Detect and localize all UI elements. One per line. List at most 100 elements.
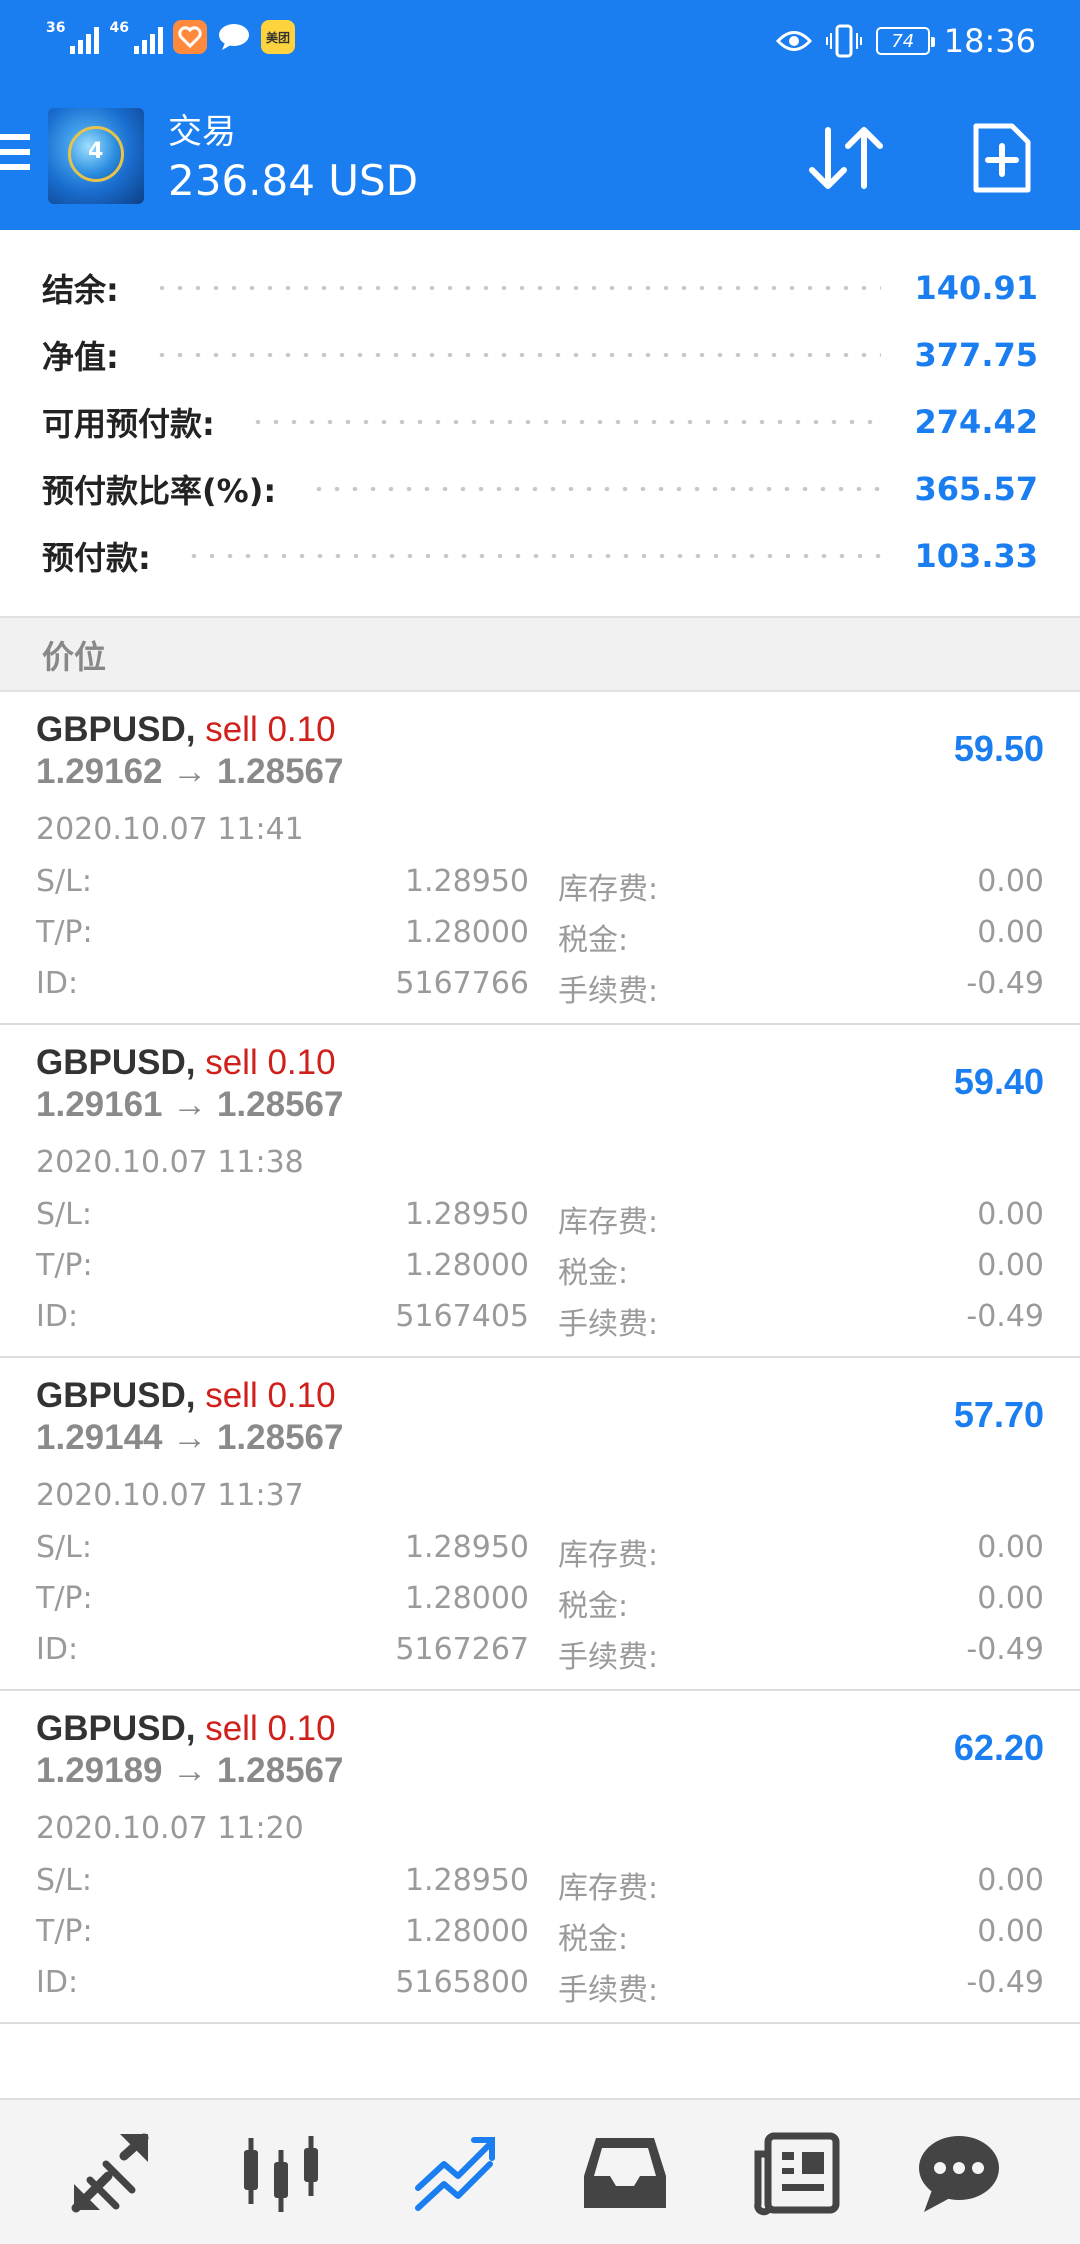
summary-row-balance: 结余: 140.91 (42, 264, 1038, 312)
position-symbol: GBPUSD, (36, 1709, 196, 1748)
tax-value: 0.00 (977, 915, 1044, 950)
dotted-leader (152, 353, 881, 357)
position-time: 2020.10.07 11:37 (36, 1478, 304, 1513)
tax-label: 税金: (558, 1256, 629, 1291)
dotted-leader (310, 487, 881, 491)
position-item[interactable]: GBPUSD, sell 0.10 1.29189 → 1.28567 62.2… (0, 1691, 1080, 2024)
section-title: 价位 (42, 638, 107, 676)
tax-value: 0.00 (977, 1914, 1044, 1949)
position-item[interactable]: GBPUSD, sell 0.10 1.29162 → 1.28567 59.5… (0, 692, 1080, 1025)
position-side: sell 0.10 (205, 1043, 336, 1082)
summary-label: 预付款比率(%): (42, 472, 277, 510)
fee-value: -0.49 (966, 1299, 1044, 1334)
tax-value: 0.00 (977, 1581, 1044, 1616)
position-profit: 57.70 (953, 1394, 1044, 1435)
position-item[interactable]: GBPUSD, sell 0.10 1.29161 → 1.28567 59.4… (0, 1025, 1080, 1358)
tp-value: 1.28000 (404, 915, 529, 950)
position-profit: 59.50 (953, 728, 1044, 769)
meituan-label: 美团 (265, 30, 290, 45)
detail-row: T/P: 1.28000 税金: 0.00 (36, 1248, 1044, 1291)
detail-row: S/L: 1.28950 库存费: 0.00 (36, 1197, 1044, 1240)
sl-value: 1.28950 (404, 864, 529, 899)
news-icon[interactable] (752, 2130, 842, 2216)
status-bar: 36 46 美团 74 18:36 (0, 0, 1080, 86)
id-value: 5167267 (395, 1632, 529, 1667)
dotted-leader (184, 554, 881, 558)
health-app-icon (172, 20, 207, 54)
tp-value: 1.28000 (404, 1581, 529, 1616)
menu-icon[interactable] (0, 134, 30, 178)
tax-value: 0.00 (977, 1248, 1044, 1283)
sort-icon[interactable] (806, 122, 886, 194)
summary-row-free-margin: 可用预付款: 274.42 (42, 398, 1038, 446)
id-label: ID: (36, 1965, 79, 2000)
tax-label: 税金: (558, 1589, 629, 1624)
detail-row: ID: 5165800 手续费: -0.49 (36, 1965, 1044, 2008)
new-order-icon[interactable] (972, 122, 1032, 194)
trade-icon[interactable] (410, 2130, 500, 2216)
detail-row: T/P: 1.28000 税金: 0.00 (36, 915, 1044, 958)
app-bar: 交易 236.84 USD (0, 86, 1080, 230)
tp-label: T/P: (36, 1581, 93, 1616)
position-symbol: GBPUSD, (36, 710, 196, 749)
meituan-icon: 美团 (260, 20, 295, 54)
swap-value: 0.00 (977, 1197, 1044, 1232)
id-value: 5167405 (395, 1299, 529, 1334)
chat-icon[interactable] (914, 2130, 1004, 2216)
summary-row-margin-level: 预付款比率(%): 365.57 (42, 465, 1038, 513)
tp-label: T/P: (36, 1248, 93, 1283)
summary-row-equity: 净值: 377.75 (42, 331, 1038, 379)
position-side: sell 0.10 (205, 1376, 336, 1415)
swap-value: 0.00 (977, 1530, 1044, 1565)
position-item[interactable]: GBPUSD, sell 0.10 1.29144 → 1.28567 57.7… (0, 1358, 1080, 1691)
summary-value: 103.33 (914, 537, 1038, 575)
chart-icon[interactable] (236, 2130, 326, 2216)
sl-label: S/L: (36, 1863, 92, 1898)
sl-label: S/L: (36, 1530, 92, 1565)
swap-value: 0.00 (977, 864, 1044, 899)
signal-label: 36 (46, 20, 66, 36)
detail-row: S/L: 1.28950 库存费: 0.00 (36, 1530, 1044, 1573)
detail-row: ID: 5167405 手续费: -0.49 (36, 1299, 1044, 1342)
id-label: ID: (36, 1632, 79, 1667)
id-label: ID: (36, 966, 79, 1001)
detail-row: S/L: 1.28950 库存费: 0.00 (36, 1863, 1044, 1906)
position-time: 2020.10.07 11:20 (36, 1811, 304, 1846)
position-profit: 62.20 (953, 1727, 1044, 1768)
sl-value: 1.28950 (404, 1530, 529, 1565)
dotted-leader (152, 286, 881, 290)
battery-icon: 74 (875, 27, 935, 55)
position-prices: 1.29189 → 1.28567 (36, 1751, 344, 1790)
cell-signal-icon: 36 (46, 20, 100, 54)
account-summary: 结余: 140.91 净值: 377.75 可用预付款: 274.42 预付款比… (0, 230, 1080, 616)
section-header-positions: 价位 (0, 616, 1080, 692)
quotes-icon[interactable] (66, 2130, 156, 2216)
summary-label: 可用预付款: (42, 405, 215, 443)
clock: 18:36 (943, 22, 1036, 60)
swap-label: 库存费: (558, 1538, 659, 1573)
swap-label: 库存费: (558, 1871, 659, 1906)
tp-value: 1.28000 (404, 1914, 529, 1949)
summary-label: 净值: (42, 338, 119, 376)
fee-value: -0.49 (966, 966, 1044, 1001)
tax-label: 税金: (558, 1922, 629, 1957)
id-value: 5167766 (395, 966, 529, 1001)
position-time: 2020.10.07 11:38 (36, 1145, 304, 1180)
position-time: 2020.10.07 11:41 (36, 812, 304, 847)
position-symbol-line: GBPUSD, sell 0.10 (36, 710, 336, 750)
sl-value: 1.28950 (404, 1197, 529, 1232)
position-prices: 1.29144 → 1.28567 (36, 1418, 344, 1457)
position-symbol-line: GBPUSD, sell 0.10 (36, 1043, 336, 1083)
position-side: sell 0.10 (205, 1709, 336, 1748)
position-profit: 59.40 (953, 1061, 1044, 1102)
summary-value: 140.91 (914, 269, 1038, 307)
sl-label: S/L: (36, 1197, 92, 1232)
fee-label: 手续费: (558, 1640, 659, 1675)
summary-row-margin: 预付款: 103.33 (42, 532, 1038, 580)
detail-row: ID: 5167267 手续费: -0.49 (36, 1632, 1044, 1675)
history-icon[interactable] (580, 2130, 670, 2216)
position-prices: 1.29161 → 1.28567 (36, 1085, 344, 1124)
id-label: ID: (36, 1299, 79, 1334)
summary-label: 预付款: (42, 539, 151, 577)
detail-row: T/P: 1.28000 税金: 0.00 (36, 1581, 1044, 1624)
